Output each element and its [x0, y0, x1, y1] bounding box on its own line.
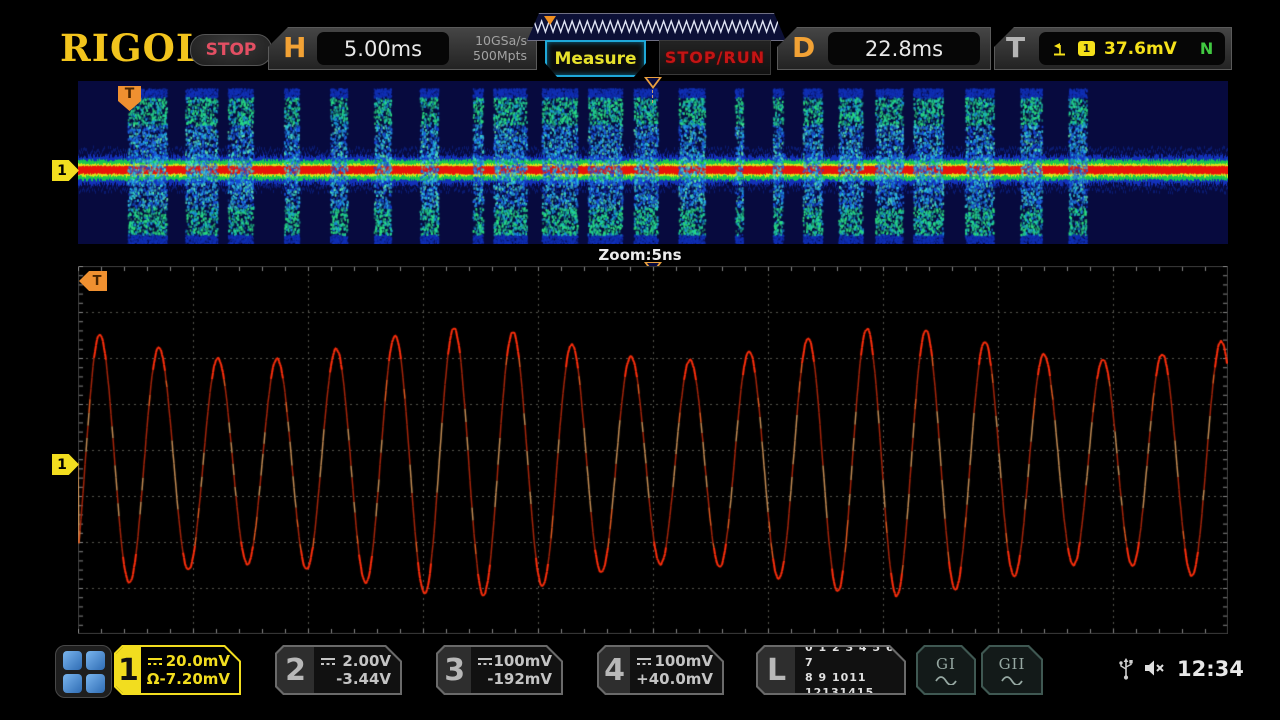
impedance-symbol: Ω: [147, 671, 160, 688]
channel-4-values[interactable]: 100mV +40.0mV: [630, 647, 722, 693]
delay-panel[interactable]: D 22.8ms: [777, 27, 991, 70]
main-waveform-window[interactable]: [78, 81, 1228, 244]
channel-4-scale: 100mV: [654, 653, 713, 670]
zoom-center-marker-top[interactable]: [644, 77, 662, 89]
run-state-badge: STOP: [190, 34, 272, 66]
menu-button[interactable]: [55, 645, 112, 698]
timebase-value[interactable]: 5.00ms: [317, 32, 449, 65]
clock: 12:34: [1177, 657, 1244, 681]
delay-value[interactable]: 22.8ms: [828, 32, 980, 65]
trigger-info-box[interactable]: 1 37.6mV N: [1039, 32, 1225, 65]
oscilloscope-screen: RIGOL STOP H 5.00ms 10GSa/s 500Mpts Meas…: [0, 0, 1280, 720]
dc-coupling-icon: [320, 656, 336, 666]
channel-2-box[interactable]: 2 2.00V -3.44V: [275, 645, 402, 695]
trigger-label: T: [1006, 31, 1025, 64]
channel-3-tab[interactable]: 3: [438, 647, 471, 693]
channel1-position-marker-lower[interactable]: 1: [52, 454, 79, 475]
sample-rate: 10GSa/s: [475, 33, 527, 48]
channel-2-scale: 2.00V: [342, 653, 391, 670]
channel-4-box[interactable]: 4 100mV +40.0mV: [597, 645, 724, 695]
logic-tab[interactable]: L: [758, 647, 795, 693]
generator-1-label: GI: [936, 655, 956, 673]
channel-2-values[interactable]: 2.00V -3.44V: [314, 647, 400, 693]
measure-button[interactable]: Measure: [545, 40, 646, 77]
trigger-panel[interactable]: T 1 37.6mV N: [994, 27, 1232, 70]
horizontal-panel[interactable]: H 5.00ms 10GSa/s 500Mpts: [268, 27, 537, 70]
channel-3-box[interactable]: 3 100mV -192mV: [436, 645, 563, 695]
generator-2-box[interactable]: GII: [981, 645, 1043, 695]
memory-depth: 500Mpts: [473, 48, 527, 63]
dc-coupling-icon: [147, 656, 163, 666]
zoom-timebase-label: Zoom:5ns: [0, 246, 1280, 264]
generator-1-box[interactable]: GI: [916, 645, 976, 695]
channel-3-values[interactable]: 100mV -192mV: [471, 647, 561, 693]
trigger-level[interactable]: 37.6mV: [1104, 39, 1177, 59]
rigol-logo: RIGOL: [60, 26, 203, 70]
preview-trigger-marker[interactable]: [544, 16, 556, 25]
channel-2-tab[interactable]: 2: [277, 647, 314, 693]
channel-1-tab[interactable]: 1: [116, 647, 141, 693]
channel-4-offset: +40.0mV: [636, 671, 713, 688]
horizontal-label: H: [283, 31, 306, 64]
logic-channel-list: 0 1 2 3 4 5 6 7 8 9 1011 12131415: [795, 647, 904, 693]
trigger-slope-icon: [1051, 41, 1069, 57]
channel-1-box[interactable]: 1 20.0mV Ω -7.20mV: [114, 645, 241, 695]
channel-1-offset: -7.20mV: [160, 671, 230, 688]
channel-2-offset: -3.44V: [336, 671, 391, 688]
sine-wave-icon: [934, 673, 958, 685]
channel-3-scale: 100mV: [493, 653, 552, 670]
generator-2-label: GII: [999, 655, 1026, 673]
channel-1-values[interactable]: 20.0mV Ω -7.20mV: [141, 647, 239, 693]
preview-zigzag-waveform: [528, 14, 785, 40]
stop-run-button[interactable]: STOP/RUN: [659, 40, 771, 75]
trigger-source-badge: 1: [1078, 41, 1095, 56]
delay-label: D: [792, 31, 815, 64]
menu-grid-icon: [63, 651, 82, 670]
channel-3-offset: -192mV: [487, 671, 552, 688]
channel1-position-marker-upper[interactable]: 1: [52, 160, 79, 181]
sine-wave-icon: [1000, 673, 1024, 685]
channel-1-scale: 20.0mV: [166, 653, 230, 670]
trigger-mode: N: [1200, 39, 1213, 58]
acquisition-info: 10GSa/s 500Mpts: [473, 33, 527, 63]
waveform-preview-strip[interactable]: [527, 13, 786, 41]
speaker-muted-icon[interactable]: [1143, 658, 1169, 678]
dc-coupling-icon: [477, 656, 493, 666]
zoom-waveform-window[interactable]: [78, 266, 1228, 634]
logic-analyzer-box[interactable]: L 0 1 2 3 4 5 6 7 8 9 1011 12131415: [756, 645, 906, 695]
zoom-center-dashed-line: [652, 90, 653, 103]
channel-4-tab[interactable]: 4: [599, 647, 630, 693]
dc-coupling-icon: [636, 656, 652, 666]
usb-icon: [1117, 657, 1135, 681]
